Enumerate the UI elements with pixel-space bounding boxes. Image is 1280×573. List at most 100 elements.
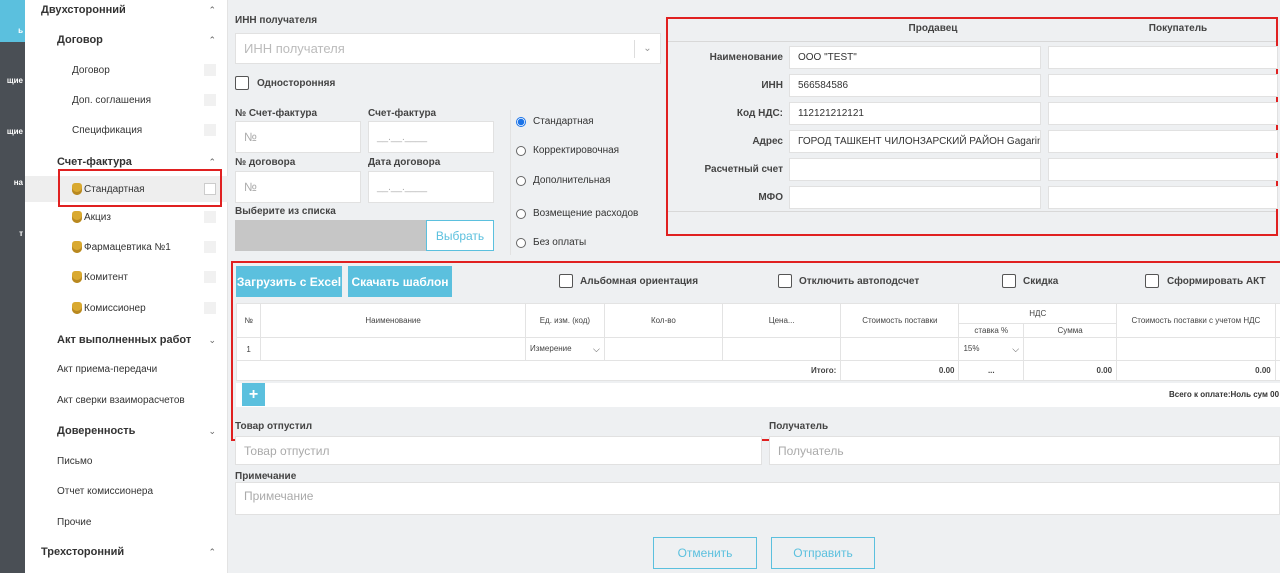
sidebar-item-akt-sverki[interactable]: Акт сверки взаиморасчетов bbox=[25, 387, 228, 413]
buyer-field[interactable] bbox=[1048, 158, 1278, 181]
total-cost: 0.00 bbox=[840, 360, 960, 381]
rail-label[interactable]: т bbox=[0, 229, 25, 238]
chevron-down-icon: ⌄ bbox=[208, 425, 216, 436]
type-radio-no-payment[interactable] bbox=[516, 238, 526, 248]
discount-label: Скидка bbox=[1023, 276, 1059, 287]
seller-header: Продавец bbox=[908, 23, 958, 34]
seller-field[interactable] bbox=[789, 186, 1041, 209]
sidebar-group-doverennost[interactable]: Доверенность ⌄ bbox=[25, 418, 228, 444]
row-extra-cell bbox=[1274, 337, 1280, 361]
type-label: Стандартная bbox=[533, 116, 594, 127]
chevron-down-icon: ⌵ bbox=[1012, 343, 1020, 354]
note-placeholder: Примечание bbox=[244, 489, 314, 503]
seller-field[interactable] bbox=[789, 158, 1041, 181]
cancel-button[interactable]: Отменить bbox=[653, 537, 757, 569]
sidebar-group-dvustoronniy[interactable]: Двухсторонний ⌃ bbox=[25, 0, 228, 23]
sidebar-label: Договор bbox=[57, 34, 103, 46]
parties-panel: Продавец Покупатель Наименование ООО "TES… bbox=[666, 17, 1278, 236]
sidebar-checkbox[interactable] bbox=[204, 124, 216, 136]
rail-active-item[interactable] bbox=[0, 0, 25, 42]
sidebar-checkbox[interactable] bbox=[204, 94, 216, 106]
sidebar-label: Договор bbox=[72, 64, 110, 76]
items-table: № Наименование Ед. изм. (код) Кол-во Цен… bbox=[235, 303, 1280, 381]
sidebar-group-akt-vyp[interactable]: Акт выполненных работ ⌄ bbox=[25, 327, 228, 353]
rail-label[interactable]: на bbox=[0, 178, 25, 187]
sidebar-item-dop[interactable]: Доп. соглашения bbox=[25, 87, 228, 113]
note-input[interactable]: Примечание bbox=[235, 482, 1280, 515]
sidebar-label: Двухсторонний bbox=[41, 4, 126, 16]
onesided-checkbox[interactable] bbox=[235, 76, 249, 90]
buyer-field[interactable] bbox=[1048, 102, 1278, 125]
row-no: 1 bbox=[235, 337, 262, 361]
sidebar-group-trehstoronniy[interactable]: Трехсторонний ⌃ bbox=[25, 539, 228, 565]
sf-date-input[interactable]: __.__.____ bbox=[368, 121, 494, 153]
sidebar-label: Доверенность bbox=[57, 425, 136, 437]
type-label: Корректировочная bbox=[533, 145, 620, 156]
choose-list[interactable] bbox=[235, 220, 427, 251]
row-price-cell[interactable] bbox=[722, 337, 842, 361]
sidebar-checkbox[interactable] bbox=[204, 211, 216, 223]
total-dots: ... bbox=[958, 360, 1025, 381]
sidebar-group-dogovor[interactable]: Договор ⌃ bbox=[25, 27, 228, 53]
landscape-checkbox[interactable] bbox=[559, 274, 573, 288]
row-qty-cell[interactable] bbox=[603, 337, 724, 361]
type-radio-correction[interactable] bbox=[516, 146, 526, 156]
sidebar-checkbox[interactable] bbox=[204, 302, 216, 314]
type-radio-additional[interactable] bbox=[516, 176, 526, 186]
send-button[interactable]: Отправить bbox=[771, 537, 875, 569]
discount-checkbox[interactable] bbox=[1002, 274, 1016, 288]
receiver-placeholder: Получатель bbox=[778, 443, 844, 458]
total-extra bbox=[1274, 360, 1280, 381]
choose-button[interactable]: Выбрать bbox=[426, 220, 494, 251]
add-row-button[interactable]: + bbox=[242, 383, 265, 406]
contract-date-placeholder: __.__.____ bbox=[377, 181, 428, 193]
sidebar-item-pismo[interactable]: Письмо bbox=[25, 448, 228, 474]
chevron-down-icon[interactable]: ⌄ bbox=[634, 40, 660, 58]
seller-field[interactable]: 112121212121 bbox=[789, 102, 1041, 125]
row-vat-rate-select[interactable]: 15% ⌵ bbox=[958, 337, 1025, 361]
landscape-label: Альбомная ориентация bbox=[580, 276, 699, 287]
highlight-box bbox=[58, 169, 222, 207]
buyer-field[interactable] bbox=[1048, 186, 1278, 209]
row-unit-select[interactable]: Измерение ⌵ bbox=[525, 337, 605, 361]
sidebar-item-prochie[interactable]: Прочие bbox=[25, 509, 228, 535]
contract-date-input[interactable]: __.__.____ bbox=[368, 171, 494, 203]
sidebar-checkbox[interactable] bbox=[204, 241, 216, 253]
shield-icon bbox=[72, 211, 82, 223]
sidebar-item-spec[interactable]: Спецификация bbox=[25, 117, 228, 143]
sidebar-item-komissioner[interactable]: Комиссионер bbox=[25, 295, 228, 321]
shield-icon bbox=[72, 271, 82, 283]
contract-number-input[interactable]: № bbox=[235, 171, 361, 203]
akt-checkbox[interactable] bbox=[1145, 274, 1159, 288]
seller-field[interactable]: 566584586 bbox=[789, 74, 1041, 97]
inn-select[interactable]: ИНН получателя ⌄ bbox=[235, 33, 661, 64]
sidebar-item-komitent[interactable]: Комитент bbox=[25, 264, 228, 290]
col-no: № bbox=[235, 303, 262, 338]
sidebar-item-akciz[interactable]: Акциз bbox=[25, 204, 228, 230]
type-radio-reimbursement[interactable] bbox=[516, 209, 526, 219]
sidebar-item-dogovor[interactable]: Договор bbox=[25, 57, 228, 83]
col-cost: Стоимость поставки bbox=[840, 303, 960, 338]
sidebar-item-akt-priema[interactable]: Акт приема-передачи bbox=[25, 356, 228, 382]
row-name-cell[interactable] bbox=[260, 337, 526, 361]
rail-label[interactable]: щие bbox=[0, 76, 25, 85]
buyer-field[interactable] bbox=[1048, 46, 1278, 69]
sidebar-item-farm[interactable]: Фармацевтика №1 bbox=[25, 234, 228, 260]
buyer-field[interactable] bbox=[1048, 130, 1278, 153]
sidebar-item-otchet[interactable]: Отчет комиссионера bbox=[25, 478, 228, 504]
buyer-field[interactable] bbox=[1048, 74, 1278, 97]
sidebar-checkbox[interactable] bbox=[204, 271, 216, 283]
seller-field[interactable]: ООО "TEST" bbox=[789, 46, 1041, 69]
rail-label[interactable]: щие bbox=[0, 127, 25, 136]
receiver-input[interactable]: Получатель bbox=[769, 436, 1280, 465]
sf-number-input[interactable]: № bbox=[235, 121, 361, 153]
upload-excel-button[interactable]: Загрузить с Excel bbox=[236, 266, 342, 297]
seller-field[interactable]: ГОРОД ТАШКЕНТ ЧИЛОНЗАРСКИЙ РАЙОН Gagarin bbox=[789, 130, 1041, 153]
type-radio-standard[interactable] bbox=[516, 117, 526, 127]
rail-label[interactable]: ь bbox=[0, 26, 25, 35]
shield-icon bbox=[72, 241, 82, 253]
sidebar-checkbox[interactable] bbox=[204, 64, 216, 76]
autocalc-checkbox[interactable] bbox=[778, 274, 792, 288]
released-input[interactable]: Товар отпустил bbox=[235, 436, 762, 465]
download-template-button[interactable]: Скачать шаблон bbox=[348, 266, 452, 297]
